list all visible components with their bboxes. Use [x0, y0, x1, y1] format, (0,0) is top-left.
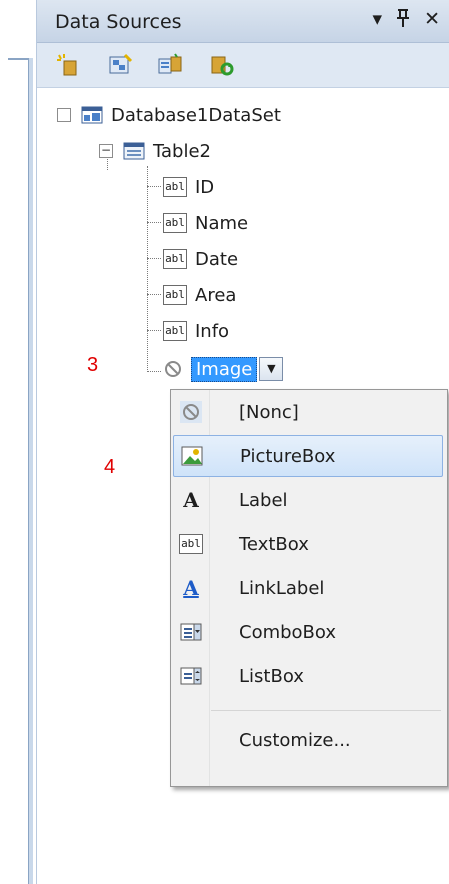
tree-node-table[interactable]: − Table2: [99, 136, 211, 166]
combobox-icon: [173, 612, 209, 652]
textbox-field-icon: abl: [163, 249, 187, 269]
textbox-field-icon: abl: [163, 285, 187, 305]
field-label: Name: [195, 212, 249, 234]
textbox-icon: abl: [173, 524, 209, 564]
edit-dataset-designer-icon[interactable]: [107, 53, 133, 77]
menu-item-listbox[interactable]: ListBox: [173, 656, 443, 696]
listbox-icon: [173, 656, 209, 696]
textbox-field-icon: abl: [163, 321, 187, 341]
window-position-dropdown-icon[interactable]: ▾: [373, 8, 383, 33]
menu-item-label: [Nonc]: [239, 401, 299, 423]
menu-item-textbox[interactable]: abl TextBox: [173, 524, 443, 564]
menu-separator: [211, 710, 441, 711]
field-node[interactable]: abl Info: [163, 316, 229, 346]
left-edge-line: [8, 58, 30, 60]
label-icon: A: [183, 488, 199, 512]
add-data-source-icon[interactable]: [55, 53, 81, 77]
dataset-icon: [81, 105, 103, 125]
field-label: ID: [195, 176, 215, 198]
table-label: Table2: [153, 140, 211, 162]
collapse-toggle[interactable]: [57, 108, 71, 122]
field-label: Date: [195, 248, 239, 270]
menu-item-none[interactable]: [Nonc]: [173, 392, 443, 432]
textbox-field-icon: abl: [163, 213, 187, 233]
field-node[interactable]: abl Area: [163, 280, 236, 310]
left-window-edge: [0, 0, 36, 884]
selected-field-label[interactable]: Image: [191, 356, 258, 382]
dataset-label: Database1DataSet: [111, 104, 281, 126]
tree-line: [147, 166, 148, 372]
tree-line: [147, 371, 161, 372]
close-icon[interactable]: ✕: [424, 8, 440, 33]
menu-item-label: ComboBox: [239, 621, 337, 643]
left-edge-bar: [28, 58, 33, 884]
field-node-selected[interactable]: Image ▼: [163, 354, 284, 384]
tree-line: [147, 294, 161, 295]
field-node[interactable]: abl Date: [163, 244, 238, 274]
collapse-toggle[interactable]: −: [99, 144, 113, 158]
menu-item-combobox[interactable]: ComboBox: [173, 612, 443, 652]
none-icon: [163, 359, 183, 379]
pin-icon[interactable]: [396, 8, 410, 33]
linklabel-icon: A: [183, 576, 199, 600]
tree-line: [147, 330, 161, 331]
tree-line: [147, 186, 161, 187]
field-label: Info: [195, 320, 230, 342]
menu-item-label: Label: [239, 489, 288, 511]
menu-item-label: ListBox: [239, 665, 304, 687]
menu-item-label: TextBox: [239, 533, 309, 555]
tree-line: [147, 258, 161, 259]
none-icon: [173, 392, 209, 432]
field-node[interactable]: abl ID: [163, 172, 214, 202]
picturebox-icon: [174, 436, 210, 476]
configure-dataset-icon[interactable]: [157, 53, 183, 77]
panel-title: Data Sources: [55, 11, 182, 33]
menu-item-label: PictureBox: [240, 445, 336, 467]
menu-item-picturebox[interactable]: PictureBox: [173, 435, 443, 477]
tree-node-dataset[interactable]: Database1DataSet: [57, 100, 281, 130]
tree-line: [147, 222, 161, 223]
annotation-step-3: 3: [87, 354, 99, 376]
menu-item-label-control[interactable]: A Label: [173, 480, 443, 520]
menu-item-customize[interactable]: Customize...: [173, 720, 443, 760]
panel-titlebar: Data Sources ▾ ✕: [37, 0, 449, 43]
refresh-icon[interactable]: [209, 53, 235, 77]
menu-item-linklabel[interactable]: A LinkLabel: [173, 568, 443, 608]
table-icon: [123, 142, 145, 160]
field-label: Area: [195, 284, 237, 306]
control-type-menu: [Nonc] PictureBox A Label abl TextBox A …: [170, 389, 448, 787]
menu-item-icon-spacer: [173, 720, 209, 760]
panel-toolbar: [37, 43, 449, 88]
menu-item-label: LinkLabel: [239, 577, 325, 599]
control-type-dropdown-button[interactable]: ▼: [259, 357, 284, 381]
textbox-field-icon: abl: [163, 177, 187, 197]
menu-item-label: Customize...: [239, 729, 351, 751]
field-node[interactable]: abl Name: [163, 208, 248, 238]
annotation-step-4: 4: [104, 456, 116, 478]
titlebar-buttons: ▾ ✕: [373, 8, 440, 33]
